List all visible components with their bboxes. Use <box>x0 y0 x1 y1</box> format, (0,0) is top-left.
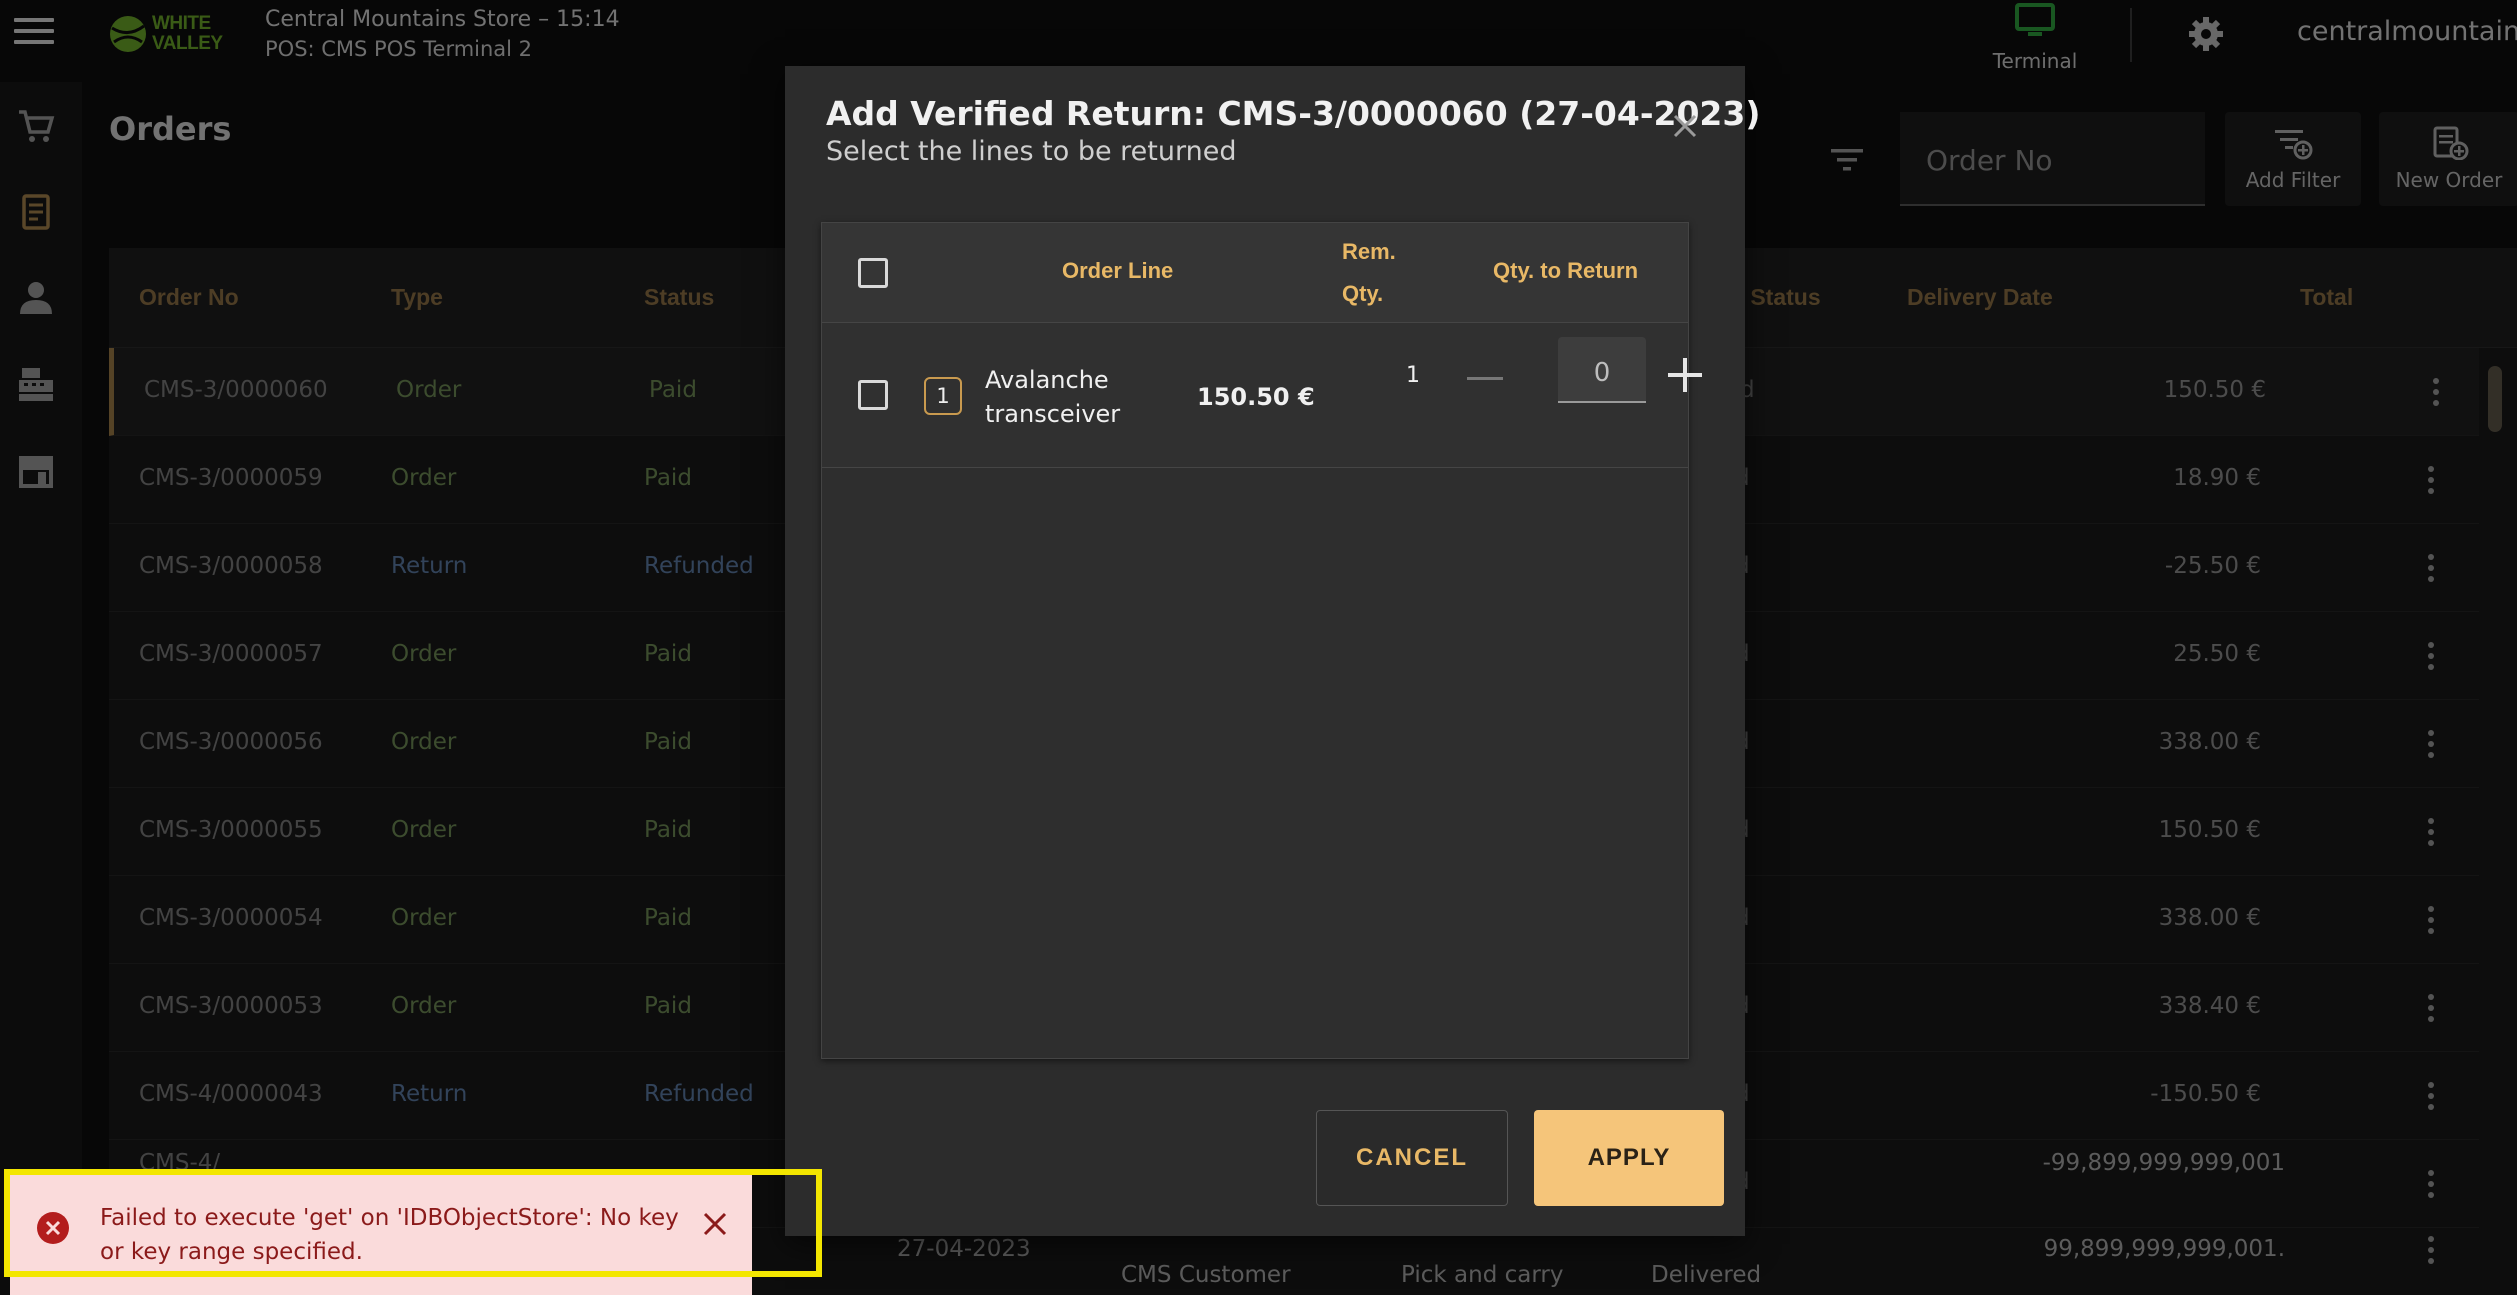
order-lines-header: Order Line Rem. Qty. Qty. to Return <box>822 223 1688 323</box>
order-line-row: 1 Avalanche transceiver 150.50 € 1 <box>822 323 1702 468</box>
qty-to-return-input[interactable] <box>1558 337 1646 401</box>
col-rem-qty-line2: Qty. <box>1342 281 1384 306</box>
dialog-title: Add Verified Return: CMS-3/0000060 (27-0… <box>826 94 1761 133</box>
app-root: WHITE VALLEY Central Mountains Store – 15… <box>0 0 2517 1295</box>
verified-return-dialog: Add Verified Return: CMS-3/0000060 (27-0… <box>785 66 1760 1236</box>
line-checkbox[interactable] <box>858 380 888 410</box>
qty-to-return-field[interactable] <box>1558 337 1646 403</box>
col-rem-qty-line1: Rem. <box>1342 239 1396 264</box>
line-price: 150.50 € <box>1197 383 1315 411</box>
close-icon[interactable] <box>1665 106 1705 146</box>
line-number-badge: 1 <box>924 377 962 415</box>
order-lines-table: Order Line Rem. Qty. Qty. to Return 1 Av… <box>821 222 1702 1059</box>
line-product-name: Avalanche transceiver <box>985 366 1121 428</box>
select-all-checkbox[interactable] <box>858 258 888 288</box>
cancel-button[interactable]: CANCEL <box>1316 1110 1508 1206</box>
decrease-qty-button[interactable] <box>1467 377 1503 380</box>
col-order-line: Order Line <box>1062 258 1174 283</box>
col-qty-to-return: Qty. to Return <box>1493 258 1639 283</box>
plus-icon[interactable] <box>1665 355 1705 395</box>
toast-highlight-frame <box>4 1169 822 1277</box>
apply-button[interactable]: APPLY <box>1534 1110 1724 1206</box>
line-remaining-qty: 1 <box>1406 363 1420 388</box>
dialog-subtitle: Select the lines to be returned <box>826 136 1237 167</box>
